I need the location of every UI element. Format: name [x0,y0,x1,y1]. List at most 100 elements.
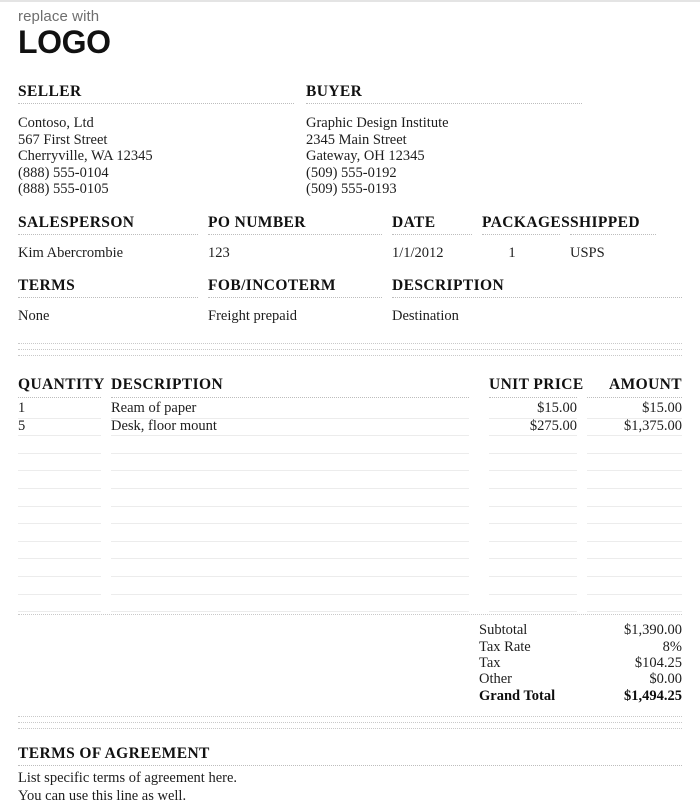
shipped-field: SHIPPED USPS [570,214,656,262]
buyer-address-line: (509) 555-0192 [306,164,397,181]
terms-of-agreement-heading: TERMS OF AGREEMENT [18,745,210,763]
packages-label: PACKAGES [482,213,571,231]
date-value: 1/1/2012 [392,244,444,261]
cell-amount [577,489,682,507]
cell-unit-price [479,559,577,577]
cell-unit-price [479,436,577,454]
order-details-row: SALESPERSON Kim Abercrombie PO NUMBER 12… [18,214,682,262]
totals-row-tax-rate: Tax Rate 8% [479,639,682,655]
cell-quantity [18,524,111,542]
totals-row-grand-total: Grand Total $1,494.25 [479,688,682,704]
buyer-address-line: (509) 555-0193 [306,181,397,198]
cell-description: Ream of paper [111,401,479,419]
cell-description [111,471,479,489]
cell-amount [577,559,682,577]
cell-unit-price [479,595,577,613]
seller-address: Contoso, Ltd 567 First Street Cherryvill… [18,104,294,198]
section-divider-band [18,342,682,356]
table-row-empty [18,559,682,577]
logo-wordmark: LOGO [18,24,111,60]
tax-label: Tax [479,654,501,671]
totals-row-subtotal: Subtotal $1,390.00 [479,622,682,638]
description-label: DESCRIPTION [392,276,505,294]
cell-unit-price [479,507,577,525]
cell-unit-price [479,489,577,507]
grand-total-label: Grand Total [479,687,556,704]
other-value: $0.00 [649,671,682,688]
table-row-empty [18,524,682,542]
buyer-address-line: Gateway, OH 12345 [306,148,425,165]
cell-description [111,436,479,454]
terms-field: TERMS None [18,277,208,325]
terms-value: None [18,307,50,324]
column-header-amount: AMOUNT [577,376,682,401]
fob-incoterm-field: FOB/INCOTERM Freight prepaid [208,277,392,325]
seller-address-line: 567 First Street [18,131,108,148]
grand-total-value: $1,494.25 [624,687,682,704]
cell-amount [577,471,682,489]
fob-incoterm-label: FOB/INCOTERM [208,276,336,294]
cell-quantity [18,471,111,489]
cell-description [111,507,479,525]
buyer-address-line: Graphic Design Institute [306,115,449,131]
totals-row-tax: Tax $104.25 [479,655,682,671]
line-items-header: QUANTITY DESCRIPTION UNIT PRICE AMOUNT [18,376,682,401]
column-header-unit-price: UNIT PRICE [479,376,583,401]
cell-unit-price [479,471,577,489]
tax-rate-label: Tax Rate [479,638,531,655]
table-row-empty [18,454,682,472]
cell-quantity: 5 [18,419,111,437]
cell-description [111,489,479,507]
cell-amount: $1,375.00 [577,419,682,437]
cell-description [111,524,479,542]
column-header-quantity: QUANTITY [18,376,111,401]
terms-of-agreement-body: List specific terms of agreement here. Y… [18,766,682,805]
table-row-empty [18,507,682,525]
parties-section: SELLER Contoso, Ltd 567 First Street Che… [18,83,682,198]
cell-quantity [18,595,111,613]
invoice-page: replace with LOGO SELLER Contoso, Ltd 56… [0,2,700,804]
date-label: DATE [392,213,436,231]
buyer-block: BUYER Graphic Design Institute 2345 Main… [306,83,582,198]
cell-amount [577,454,682,472]
line-items-bottom-rule [18,614,682,616]
cell-unit-price [479,524,577,542]
subtotal-value: $1,390.00 [624,622,682,639]
table-row-empty [18,489,682,507]
cell-unit-price: $15.00 [479,401,577,419]
seller-address-line: Contoso, Ltd [18,115,94,131]
po-number-label: PO NUMBER [208,213,306,231]
cell-unit-price: $275.00 [479,419,577,437]
buyer-heading: BUYER [306,83,363,100]
terms-of-agreement-line: You can use this line as well. [18,788,187,805]
cell-quantity [18,489,111,507]
totals-row-other: Other $0.00 [479,671,682,687]
date-field: DATE 1/1/2012 [392,214,482,262]
seller-address-line: (888) 555-0104 [18,164,109,181]
cell-amount [577,524,682,542]
po-number-value: 123 [208,244,230,261]
cell-description: Desk, floor mount [111,419,479,437]
cell-unit-price [479,542,577,560]
salesperson-label: SALESPERSON [18,213,135,231]
cell-description [111,454,479,472]
cell-quantity [18,454,111,472]
shipped-value: USPS [570,244,605,261]
packages-field: PACKAGES 1 [482,214,570,262]
terms-of-agreement-line: List specific terms of agreement here. [18,770,238,787]
table-row-empty [18,542,682,560]
line-items-table: QUANTITY DESCRIPTION UNIT PRICE AMOUNT 1… [18,376,682,613]
logo-block: replace with LOGO [18,2,682,68]
cell-description [111,577,479,595]
logo-tagline: replace with [18,8,100,25]
po-number-field: PO NUMBER 123 [208,214,392,262]
table-row-empty [18,595,682,613]
table-row-empty [18,436,682,454]
cell-description [111,559,479,577]
seller-heading: SELLER [18,83,82,100]
cell-unit-price [479,454,577,472]
seller-address-line: Cherryville, WA 12345 [18,148,153,165]
salesperson-field: SALESPERSON Kim Abercrombie [18,214,208,262]
column-header-description: DESCRIPTION [111,376,479,401]
cell-unit-price [479,577,577,595]
